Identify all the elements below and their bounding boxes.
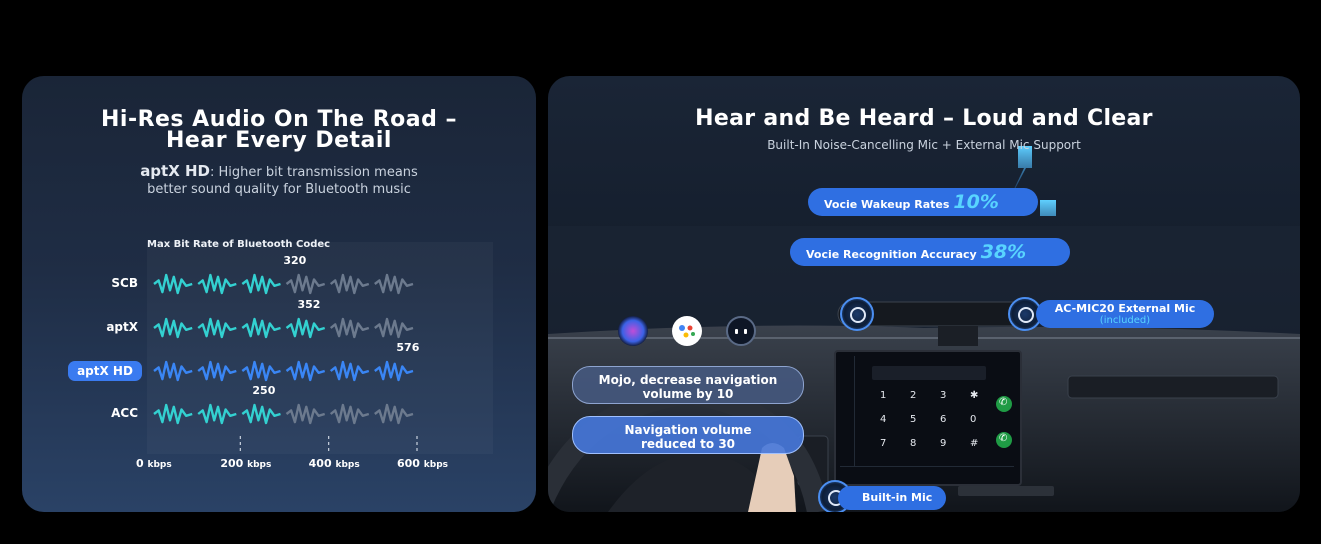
waveform-segment — [285, 317, 326, 339]
waveform-segment — [197, 273, 237, 295]
keypad-key: 2 — [910, 390, 917, 401]
waveform-segment — [374, 403, 414, 425]
waveform-segment — [197, 403, 237, 425]
right-subtitle: Built-In Noise-Cancelling Mic + External… — [767, 138, 1081, 152]
external-mic-note: (included) — [1099, 315, 1151, 326]
waveform-segment — [241, 403, 281, 425]
right-title: Hear and Be Heard – Loud and Clear — [695, 106, 1153, 131]
dial-number-field — [872, 366, 986, 380]
google-assistant-icon — [672, 316, 702, 346]
voice-command-line2: volume by 10 — [642, 387, 734, 401]
hi-res-audio-panel: Hi-Res Audio On The Road – Hear Every De… — [22, 76, 536, 512]
recognition-accuracy-pill: Vocie Recognition Accuracy 38% — [790, 238, 1070, 266]
mic-panel: Hear and Be Heard – Loud and Clear Built… — [548, 76, 1300, 512]
waveform-segment — [374, 273, 414, 295]
waveform-segment — [285, 403, 326, 425]
keypad-key: 6 — [940, 414, 947, 425]
waveform-segment — [197, 360, 237, 382]
waveform-segment — [329, 360, 370, 382]
waveform-segment — [374, 360, 414, 382]
voice-command-line1: Mojo, decrease navigation — [598, 373, 778, 387]
waveform-segment — [374, 317, 414, 339]
answer-button: ✆ — [996, 432, 1012, 448]
robot-assistant-icon — [726, 316, 756, 346]
recognition-accuracy-label: Vocie Recognition Accuracy — [806, 248, 977, 261]
recognition-accuracy-value: 38% — [980, 241, 1027, 263]
right-vent — [1067, 375, 1279, 399]
keypad-key: 7 — [880, 438, 887, 449]
phone-icon-2: ✆ — [999, 433, 1008, 444]
external-mic-label: AC-MIC20 External Mic — [1054, 302, 1196, 315]
screen-sidebar — [840, 356, 855, 466]
screen-dock — [840, 466, 1014, 479]
keypad-key: # — [970, 438, 979, 449]
control-strip — [958, 486, 1054, 496]
keypad-key: ✱ — [970, 390, 979, 401]
waveform-segment — [197, 317, 237, 339]
call-button: ✆ — [996, 396, 1012, 412]
waveform-segment — [153, 403, 193, 425]
robot-eyes-icon — [735, 329, 747, 334]
voice-reply-bubble: Navigation volume reduced to 30 — [572, 416, 804, 454]
keypad-key: 4 — [880, 414, 887, 425]
keypad-key: 0 — [970, 414, 977, 425]
voice-reply-line1: Navigation volume — [624, 423, 752, 437]
keypad-key: 1 — [880, 390, 887, 401]
waveform-segment — [329, 317, 370, 339]
keypad-key: 8 — [910, 438, 917, 449]
waveform-segment — [329, 273, 370, 295]
external-mic-left-icon — [840, 297, 874, 331]
keypad-key: 3 — [940, 390, 947, 401]
waveform-segment — [153, 273, 193, 295]
siri-icon — [618, 316, 648, 346]
waveform-segment — [241, 273, 281, 295]
external-mic-pill: AC-MIC20 External Mic (included) — [1036, 300, 1214, 328]
waveform-segment — [241, 317, 281, 339]
voice-reply-line2: reduced to 30 — [640, 437, 736, 451]
head-unit-screen: 1 2 3 ✱ 4 5 6 0 7 8 9 # ✆ ✆ — [834, 350, 1022, 486]
keypad-key: 5 — [910, 414, 917, 425]
waveform-segment — [285, 273, 326, 295]
builtin-mic-pill: Built-in Mic — [838, 486, 946, 510]
voice-command-bubble: Mojo, decrease navigation volume by 10 — [572, 366, 804, 404]
waveform-segment — [285, 360, 326, 382]
waveform-segment — [329, 403, 370, 425]
waveform-segment — [153, 317, 193, 339]
keypad-key: 9 — [940, 438, 947, 449]
waveform-segment — [153, 360, 193, 382]
mic-mount — [938, 326, 978, 346]
waveform-segment — [241, 360, 281, 382]
wakeup-rate-label: Vocie Wakeup Rates — [824, 198, 950, 211]
phone-icon: ✆ — [999, 397, 1008, 408]
product-banner: Hi-Res Audio On The Road – Hear Every De… — [0, 0, 1321, 544]
google-dots-icon — [679, 325, 695, 338]
wakeup-rate-pill: Vocie Wakeup Rates 10% — [808, 188, 1038, 216]
codec-bitrate-chart — [153, 273, 418, 454]
wakeup-rate-value: 10% — [953, 191, 999, 213]
